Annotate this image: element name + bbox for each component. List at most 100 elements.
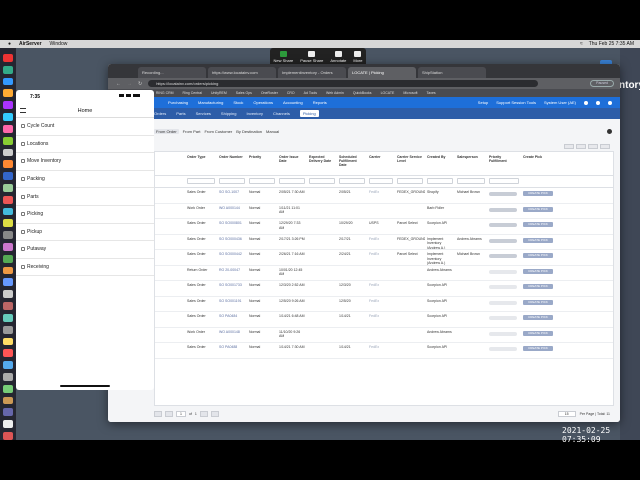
grid-header-cell[interactable]: Salesperson bbox=[455, 152, 487, 175]
reload-icon[interactable]: ↻ bbox=[138, 81, 142, 87]
settings-icon[interactable] bbox=[564, 144, 574, 149]
create-pick-button[interactable]: CREATE PICK bbox=[523, 191, 553, 196]
sub-nav-tab[interactable]: Services bbox=[196, 111, 211, 116]
back-icon[interactable]: ← bbox=[116, 81, 121, 87]
dock-app-icon[interactable] bbox=[3, 408, 13, 417]
top-nav-item[interactable]: Accounting bbox=[283, 100, 303, 105]
grid-header-cell[interactable]: Scheduled Fulfillment Date bbox=[337, 152, 367, 175]
create-pick-button[interactable]: CREATE PICK bbox=[523, 222, 553, 227]
cell-number[interactable]: SO PA0488 bbox=[217, 343, 247, 358]
bookmark-link[interactable]: UnityREM bbox=[211, 91, 227, 95]
grid-header-cell[interactable]: Order Number bbox=[217, 152, 247, 175]
column-filter-input[interactable] bbox=[397, 178, 423, 184]
last-page-button[interactable] bbox=[210, 411, 219, 417]
app-name[interactable]: AirServer bbox=[19, 41, 42, 47]
dock-app-icon[interactable] bbox=[3, 65, 13, 74]
column-filter-input[interactable] bbox=[219, 178, 245, 184]
dock-app-icon[interactable] bbox=[3, 266, 13, 275]
cell-number[interactable]: SO SO001191 bbox=[217, 297, 247, 312]
annotate-button[interactable]: Annotate bbox=[330, 51, 346, 63]
profile-paused-button[interactable]: Paused bbox=[590, 80, 614, 87]
sub-nav-tab[interactable]: Inventory bbox=[247, 111, 263, 116]
column-filter-input[interactable] bbox=[339, 178, 365, 184]
browser-tab-active[interactable]: LOCATE | Picking bbox=[348, 67, 416, 78]
top-nav-item[interactable]: Manufacturing bbox=[198, 100, 223, 105]
dock-app-icon[interactable] bbox=[3, 337, 13, 346]
next-page-button[interactable] bbox=[199, 411, 208, 417]
create-pick-button[interactable]: CREATE PICK bbox=[523, 268, 553, 274]
column-filter-input[interactable] bbox=[187, 178, 215, 184]
grid-header-cell[interactable]: Expected Delivery Date bbox=[307, 152, 337, 175]
grid-header-cell[interactable]: Order Issue Date bbox=[277, 152, 307, 175]
first-page-button[interactable] bbox=[154, 411, 162, 417]
phone-menu-item[interactable]: Pickup bbox=[16, 224, 154, 242]
row-select-cell[interactable] bbox=[155, 328, 185, 343]
row-select-cell[interactable] bbox=[155, 250, 185, 265]
browser-tab[interactable]: https://www.locatainv.com bbox=[208, 67, 276, 78]
dock-app-icon[interactable] bbox=[3, 349, 13, 358]
per-page-select[interactable]: 15 bbox=[557, 411, 576, 417]
phone-menu-item[interactable]: Picking bbox=[16, 206, 154, 224]
grid-header-cell[interactable]: Create Pick bbox=[521, 152, 555, 175]
grid-header-cell[interactable]: Order Type bbox=[185, 152, 217, 175]
bookmark-link[interactable]: QuickBooks bbox=[353, 91, 372, 95]
pick-filter-option[interactable]: From Customer bbox=[204, 129, 232, 134]
dock-app-icon[interactable] bbox=[3, 432, 13, 440]
phone-menu-item[interactable]: Receiving bbox=[16, 259, 154, 277]
create-pick-button[interactable]: CREATE PICK bbox=[523, 284, 553, 289]
dock-app-icon[interactable] bbox=[3, 136, 13, 145]
export-icon[interactable] bbox=[588, 144, 598, 149]
bell-icon[interactable] bbox=[584, 100, 588, 105]
create-pick-button[interactable]: CREATE PICK bbox=[523, 330, 553, 336]
prev-page-button[interactable] bbox=[165, 411, 173, 417]
menu-window[interactable]: Window bbox=[50, 41, 68, 47]
help-icon[interactable] bbox=[607, 129, 612, 134]
sub-nav-tab[interactable]: Channels bbox=[273, 111, 290, 116]
bookmark-link[interactable]: Web Admin bbox=[326, 91, 344, 95]
top-nav-item[interactable]: Operations bbox=[253, 100, 273, 105]
phone-menu-item[interactable]: Putaway bbox=[16, 241, 154, 259]
more-button[interactable]: More bbox=[353, 51, 362, 63]
column-filter-input[interactable] bbox=[427, 178, 453, 184]
bookmark-link[interactable]: OneRoster bbox=[261, 91, 278, 95]
dock-app-icon[interactable] bbox=[3, 113, 13, 121]
dock-app-icon[interactable] bbox=[3, 89, 13, 98]
cell-number[interactable]: SO SO000442 bbox=[217, 250, 247, 265]
dock-app-icon[interactable] bbox=[3, 325, 13, 334]
dock-app-icon[interactable] bbox=[3, 278, 13, 287]
column-filter-input[interactable] bbox=[457, 178, 485, 184]
row-select-cell[interactable] bbox=[155, 204, 185, 219]
column-filter-input[interactable] bbox=[309, 178, 335, 184]
cell-number[interactable]: SO SO000436 bbox=[217, 235, 247, 250]
pause-share-button[interactable]: Pause Share bbox=[300, 51, 323, 63]
grid-header-cell[interactable]: Carrier bbox=[367, 152, 395, 175]
sub-nav-tab[interactable]: Shipping bbox=[221, 111, 237, 116]
gear-icon[interactable] bbox=[596, 100, 600, 105]
dock-app-icon[interactable] bbox=[3, 254, 13, 263]
row-select-cell[interactable] bbox=[155, 312, 185, 327]
dock-app-icon[interactable] bbox=[3, 372, 13, 381]
cell-number[interactable]: SO SO000801 bbox=[217, 219, 247, 234]
pick-filter-option[interactable]: From Order bbox=[154, 129, 179, 134]
top-nav-right-item[interactable]: Setup bbox=[478, 100, 488, 105]
browser-tab[interactable]: ShipStation bbox=[418, 67, 486, 78]
top-nav-item[interactable]: Reports bbox=[313, 100, 327, 105]
sub-nav-tab[interactable]: Picking bbox=[299, 110, 319, 117]
row-select-cell[interactable] bbox=[155, 235, 185, 250]
dock-app-icon[interactable] bbox=[3, 313, 13, 322]
user-icon[interactable] bbox=[608, 100, 612, 105]
dock-app-icon[interactable] bbox=[3, 148, 13, 157]
refresh-icon[interactable] bbox=[600, 144, 610, 149]
row-select-cell[interactable] bbox=[155, 266, 185, 281]
create-pick-button[interactable]: CREATE PICK bbox=[523, 237, 553, 243]
cell-number[interactable]: SO PA0484 bbox=[217, 312, 247, 327]
create-pick-button[interactable]: CREATE PICK bbox=[523, 315, 553, 320]
browser-tab[interactable]: Recording... bbox=[138, 67, 206, 78]
sub-nav-tab[interactable]: Parts bbox=[176, 111, 185, 116]
row-select-cell[interactable] bbox=[155, 343, 185, 358]
dock-app-icon[interactable] bbox=[3, 124, 13, 133]
create-pick-button[interactable]: CREATE PICK bbox=[523, 206, 553, 212]
dock-app-icon[interactable] bbox=[3, 77, 13, 86]
dock-app-icon[interactable] bbox=[3, 160, 13, 169]
top-nav-item[interactable]: Purchasing bbox=[168, 100, 188, 105]
